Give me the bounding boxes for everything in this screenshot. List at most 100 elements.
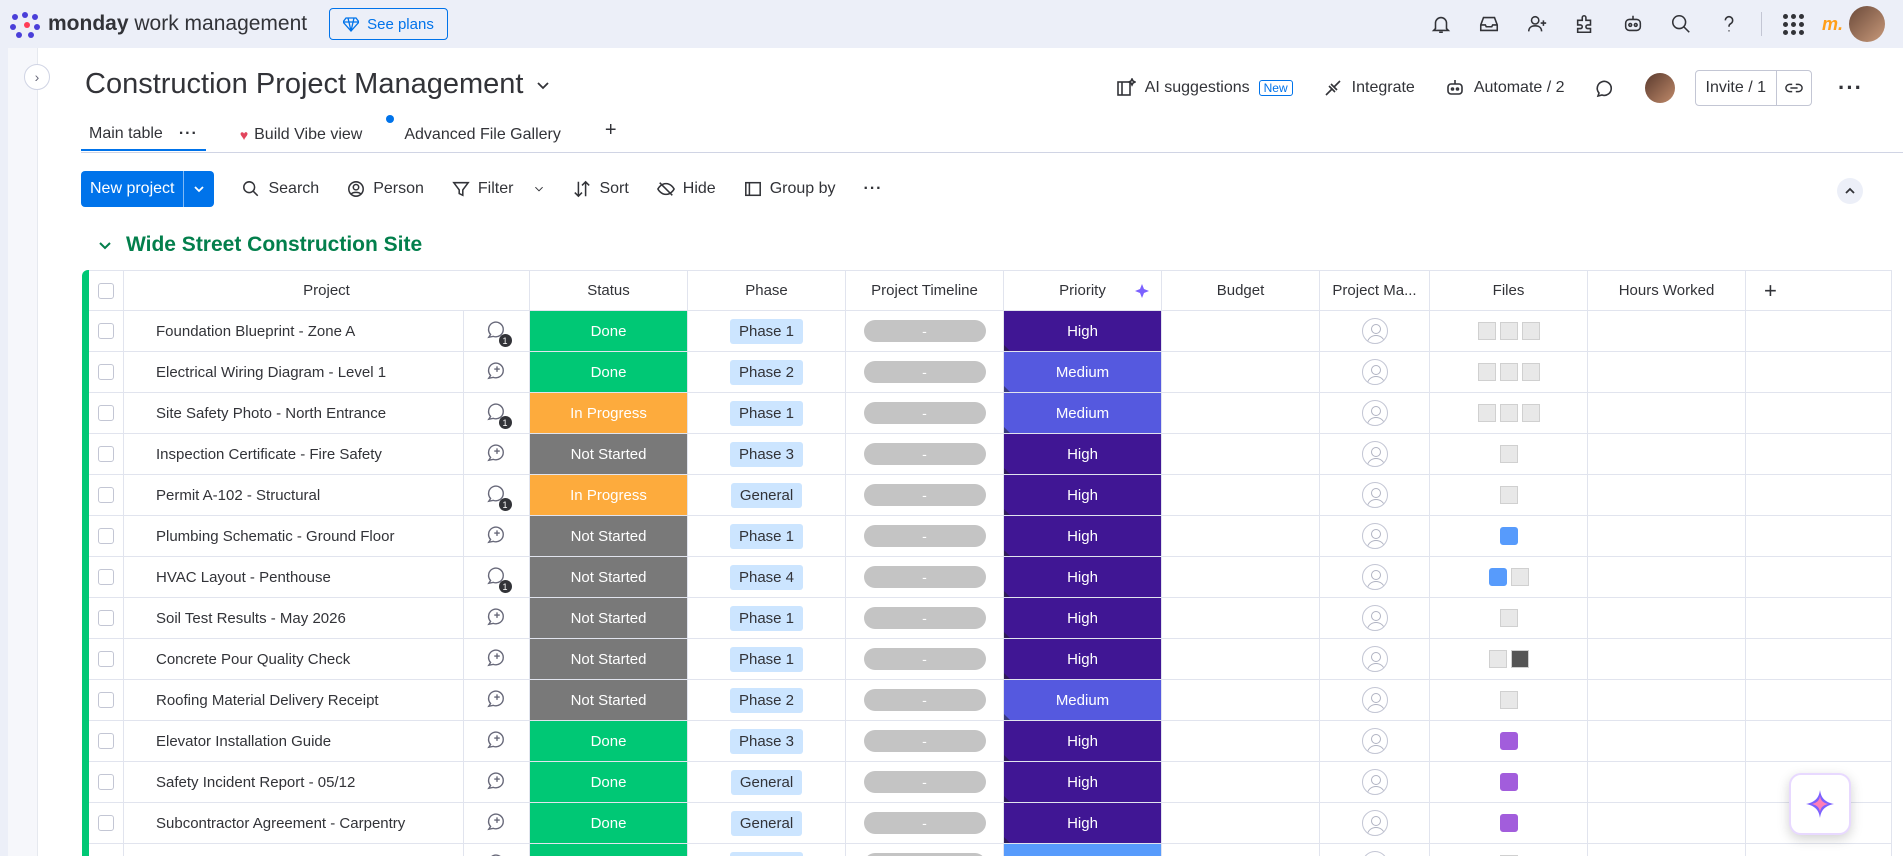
timeline-cell[interactable]: -: [846, 598, 1004, 639]
budget-cell[interactable]: [1162, 598, 1320, 639]
person-placeholder-icon[interactable]: [1361, 687, 1388, 713]
updates-icon[interactable]: 1: [486, 400, 512, 429]
priority-cell[interactable]: High: [1004, 311, 1162, 352]
updates-cell[interactable]: [464, 844, 530, 856]
add-update-icon[interactable]: [486, 646, 508, 672]
updates-cell[interactable]: [464, 803, 530, 844]
timeline-cell[interactable]: -: [846, 639, 1004, 680]
add-update-icon[interactable]: [486, 851, 508, 856]
timeline-cell[interactable]: -: [846, 680, 1004, 721]
priority-cell[interactable]: High: [1004, 762, 1162, 803]
file-thumbnail[interactable]: [1499, 404, 1518, 422]
integrate-button[interactable]: Integrate: [1323, 78, 1415, 98]
updates-cell[interactable]: [464, 434, 530, 475]
add-column-button[interactable]: +: [1746, 270, 1892, 311]
status-cell[interactable]: Not Started: [530, 639, 688, 680]
project-manager-cell[interactable]: [1320, 680, 1430, 721]
file-thumbnail[interactable]: [1521, 322, 1540, 340]
row-checkbox[interactable]: [98, 528, 114, 544]
row-checkbox[interactable]: [98, 405, 114, 421]
budget-cell[interactable]: [1162, 352, 1320, 393]
timeline-cell[interactable]: -: [846, 434, 1004, 475]
file-thumbnail[interactable]: [1477, 322, 1496, 340]
updates-cell[interactable]: [464, 598, 530, 639]
row-checkbox[interactable]: [98, 774, 114, 790]
project-manager-cell[interactable]: [1320, 803, 1430, 844]
updates-cell[interactable]: 1: [464, 557, 530, 598]
column-header-status[interactable]: Status: [530, 270, 688, 311]
priority-cell[interactable]: Medium: [1004, 680, 1162, 721]
project-manager-cell[interactable]: [1320, 844, 1430, 856]
phase-cell[interactable]: Phase 1: [688, 311, 846, 352]
hours-worked-cell[interactable]: [1588, 721, 1746, 762]
table-row[interactable]: Site Safety Photo - North Entrance 1 In Pr…: [82, 393, 1892, 434]
row-checkbox[interactable]: [98, 364, 114, 380]
add-update-icon[interactable]: [486, 523, 508, 549]
updates-icon[interactable]: 1: [486, 318, 512, 347]
project-manager-cell[interactable]: [1320, 352, 1430, 393]
priority-cell[interactable]: High: [1004, 557, 1162, 598]
file-thumbnail[interactable]: [1499, 445, 1518, 463]
table-row[interactable]: Foundation Blueprint - Zone A 1 Done Phase …: [82, 311, 1892, 352]
project-manager-cell[interactable]: [1320, 516, 1430, 557]
row-checkbox[interactable]: [98, 651, 114, 667]
ai-assistant-button[interactable]: [1789, 773, 1851, 835]
priority-cell[interactable]: High: [1004, 639, 1162, 680]
person-placeholder-icon[interactable]: [1361, 523, 1388, 549]
tab-main-table[interactable]: Main table ···: [81, 113, 206, 151]
table-row[interactable]: Concrete Pour Quality Check Not Started Ph…: [82, 639, 1892, 680]
budget-cell[interactable]: [1162, 680, 1320, 721]
row-checkbox[interactable]: [98, 815, 114, 831]
budget-cell[interactable]: [1162, 557, 1320, 598]
project-name-cell[interactable]: Subcontractor Agreement - Carpentry: [124, 803, 464, 844]
status-cell[interactable]: In Progress: [530, 475, 688, 516]
status-cell[interactable]: Done: [530, 352, 688, 393]
invite-members-icon[interactable]: [1525, 12, 1549, 36]
project-manager-cell[interactable]: [1320, 598, 1430, 639]
file-thumbnail[interactable]: [1521, 404, 1540, 422]
budget-cell[interactable]: [1162, 393, 1320, 434]
person-placeholder-icon[interactable]: [1361, 605, 1388, 631]
files-cell[interactable]: [1430, 311, 1588, 352]
budget-cell[interactable]: [1162, 516, 1320, 557]
phase-cell[interactable]: Phase 2: [688, 844, 846, 856]
project-manager-cell[interactable]: [1320, 762, 1430, 803]
project-name-cell[interactable]: Elevator Installation Guide: [124, 721, 464, 762]
new-project-dropdown[interactable]: [184, 171, 214, 207]
hide-button[interactable]: Hide: [656, 180, 716, 198]
updates-cell[interactable]: [464, 639, 530, 680]
hours-worked-cell[interactable]: [1588, 352, 1746, 393]
column-header-project-manager[interactable]: Project Ma...: [1320, 270, 1430, 311]
person-placeholder-icon[interactable]: [1361, 646, 1388, 672]
status-cell[interactable]: Not Started: [530, 516, 688, 557]
project-manager-cell[interactable]: [1320, 434, 1430, 475]
person-placeholder-icon[interactable]: [1361, 482, 1388, 508]
budget-cell[interactable]: [1162, 639, 1320, 680]
chevron-down-icon[interactable]: [535, 77, 551, 93]
more-toolbar-icon[interactable]: ···: [864, 180, 883, 198]
tab-advanced-file-gallery[interactable]: Advanced File Gallery: [386, 113, 569, 151]
board-owner-avatar[interactable]: [1644, 73, 1675, 103]
table-row[interactable]: Aerial Drone Footage - Site Overview Done…: [82, 844, 1892, 856]
video-file-icon[interactable]: [1499, 732, 1518, 750]
priority-cell[interactable]: High: [1004, 598, 1162, 639]
table-row[interactable]: Plumbing Schematic - Ground Floor Not Sta…: [82, 516, 1892, 557]
status-cell[interactable]: Done: [530, 721, 688, 762]
priority-cell[interactable]: High: [1004, 721, 1162, 762]
project-manager-cell[interactable]: [1320, 393, 1430, 434]
more-options-icon[interactable]: ···: [1838, 75, 1863, 101]
person-placeholder-icon[interactable]: [1361, 359, 1388, 385]
timeline-cell[interactable]: -: [846, 311, 1004, 352]
person-placeholder-icon[interactable]: [1361, 441, 1388, 467]
table-row[interactable]: Elevator Installation Guide Done Phase 3 - H…: [82, 721, 1892, 762]
files-cell[interactable]: [1430, 639, 1588, 680]
budget-cell[interactable]: [1162, 844, 1320, 856]
phase-cell[interactable]: General: [688, 803, 846, 844]
hours-worked-cell[interactable]: [1588, 639, 1746, 680]
files-cell[interactable]: [1430, 557, 1588, 598]
add-view-button[interactable]: +: [605, 113, 617, 142]
row-checkbox[interactable]: [98, 323, 114, 339]
project-name-cell[interactable]: Foundation Blueprint - Zone A: [124, 311, 464, 352]
row-checkbox[interactable]: [98, 733, 114, 749]
project-name-cell[interactable]: Permit A-102 - Structural: [124, 475, 464, 516]
